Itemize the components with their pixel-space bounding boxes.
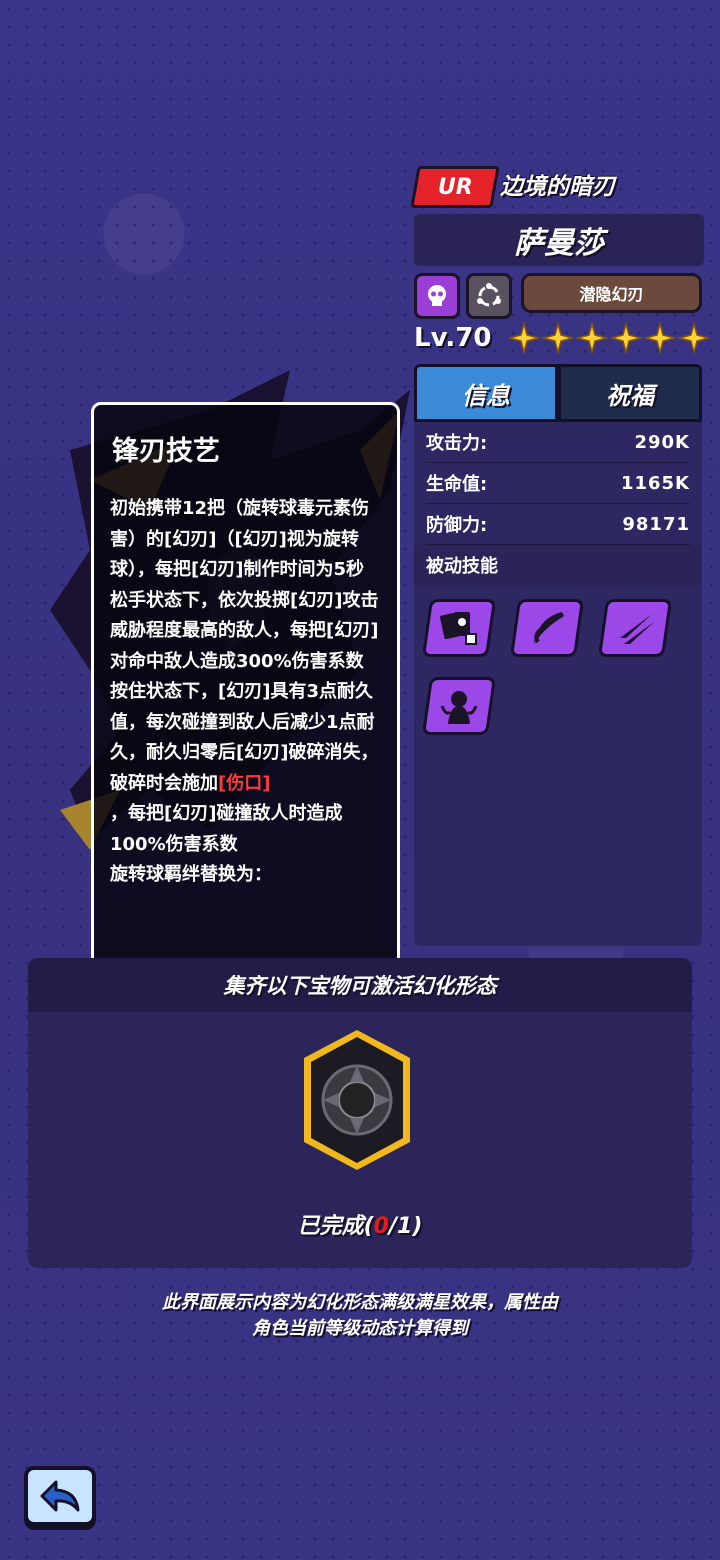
star-icon (542, 322, 574, 354)
blade-slash-skill-icon[interactable] (509, 599, 585, 657)
wound-keyword: [伤口] (218, 772, 271, 794)
star-icon (508, 322, 540, 354)
collection-header: 集齐以下宝物可激活幻化形态 (28, 958, 692, 1012)
orbit-icon[interactable] (466, 273, 512, 319)
passive-skill-label: 被动技能 (414, 545, 702, 585)
info-panel: 信息 祝福 攻击力: 290K 生命值: 1165K 防御力: 98171 被动… (414, 364, 702, 946)
tab-info[interactable]: 信息 (414, 364, 558, 422)
tooltip-description: 初始携带12把（旋转球毒元素伤害）的[幻刃]（[幻刃]视为旋转球），每把[幻刃]… (110, 494, 387, 891)
skull-icon[interactable] (414, 273, 460, 319)
star-icon (576, 322, 608, 354)
character-title: 边境的暗刃 (500, 174, 615, 200)
tooltip-title: 锋刃技艺 (112, 436, 220, 467)
level-label: Lv.70 (414, 323, 492, 353)
character-name: 萨曼莎 (414, 214, 704, 266)
stat-label: 生命值: (426, 474, 488, 495)
tooltip-text: 初始携带12把（旋转球毒元素伤害）的[幻刃]（[幻刃]视为旋转球），每把[幻刃]… (110, 498, 379, 794)
stat-value: 290K (634, 431, 690, 453)
back-arrow-icon (40, 1480, 80, 1512)
stat-label: 防御力: (426, 515, 488, 536)
shadow-figure-skill-icon[interactable] (421, 677, 497, 735)
stat-defense: 防御力: 98171 (426, 504, 690, 545)
form-name-button[interactable]: 潜隐幻刃 (521, 273, 702, 313)
collection-panel: 集齐以下宝物可激活幻化形态 已完成(0/1) (28, 958, 692, 1268)
star-icon (678, 322, 710, 354)
passive-skill-list (414, 585, 702, 749)
star-icon (644, 322, 676, 354)
cards-skull-skill-icon[interactable] (421, 599, 497, 657)
stat-label: 攻击力: (426, 433, 488, 454)
stat-hp: 生命值: 1165K (426, 463, 690, 504)
tab-blessing[interactable]: 祝福 (558, 364, 702, 422)
rarity-badge: UR (410, 166, 500, 208)
star-rating (508, 322, 710, 354)
tooltip-text: ，每把[幻刃]碰撞敌人时造成100%伤害系数 旋转球羁绊替换为： (110, 803, 343, 885)
info-note: 此界面展示内容为幻化形态满级满星效果，属性由 角色当前等级动态计算得到 (162, 1292, 558, 1339)
stat-value: 98171 (622, 513, 690, 535)
skill-tooltip: 锋刃技艺 初始携带12把（旋转球毒元素伤害）的[幻刃]（[幻刃]视为旋转球），每… (91, 402, 400, 976)
stat-attack: 攻击力: 290K (426, 422, 690, 463)
stat-value: 1165K (620, 472, 690, 494)
tab-bar: 信息 祝福 (414, 364, 702, 422)
star-icon (610, 322, 642, 354)
dark-wheel-treasure-icon[interactable] (302, 1028, 412, 1172)
claw-slash-skill-icon[interactable] (597, 599, 673, 657)
collection-progress: 已完成(0/1) (297, 1214, 423, 1239)
back-button[interactable] (24, 1466, 96, 1526)
